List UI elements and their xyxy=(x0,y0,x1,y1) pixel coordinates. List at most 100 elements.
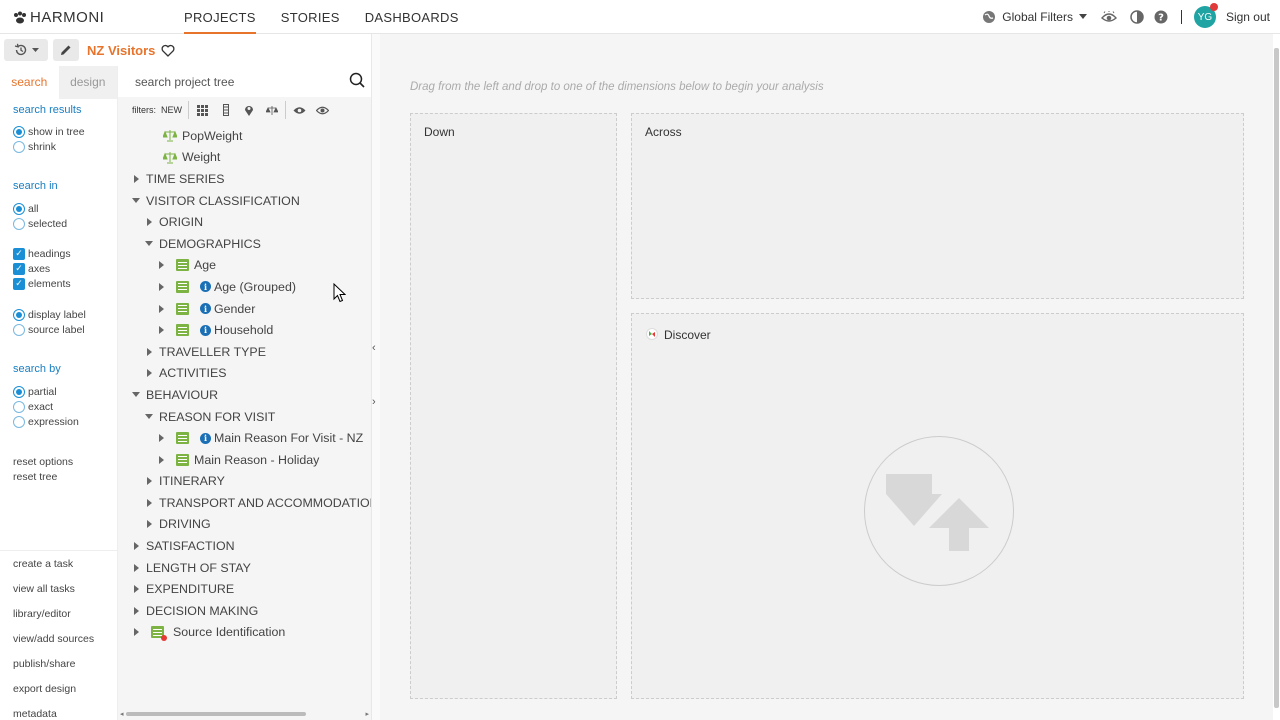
display-label-option[interactable]: display label xyxy=(13,307,86,322)
filter-visible-button[interactable] xyxy=(288,100,311,120)
history-button[interactable] xyxy=(4,39,48,61)
expression-option[interactable]: expression xyxy=(13,414,79,429)
info-icon[interactable]: i xyxy=(200,324,211,336)
filter-grid-button[interactable] xyxy=(191,100,214,120)
info-icon[interactable]: i xyxy=(200,281,211,293)
nav-projects[interactable]: PROJECTS xyxy=(184,0,256,34)
tree-row-origin[interactable]: ORIGIN xyxy=(118,211,371,233)
tree-row-reason-for-visit[interactable]: REASON FOR VISIT xyxy=(118,406,371,428)
tree-row-itinerary[interactable]: ITINERARY xyxy=(118,471,371,493)
discover-dropzone[interactable]: Discover xyxy=(631,313,1244,699)
nav-dashboards[interactable]: DASHBOARDS xyxy=(365,0,459,34)
caret-right-icon[interactable] xyxy=(159,282,164,291)
heart-icon[interactable] xyxy=(161,44,175,57)
axes-checkbox[interactable]: ✓ axes xyxy=(13,261,71,276)
source-label-option[interactable]: source label xyxy=(13,322,86,337)
tree-row-weight[interactable]: Weight xyxy=(118,147,371,169)
caret-right-icon[interactable] xyxy=(134,563,139,572)
global-filters-dropdown[interactable]: Global Filters xyxy=(982,10,1087,24)
search-in-all-option[interactable]: all xyxy=(13,201,67,216)
tree-row-traveller-type[interactable]: TRAVELLER TYPE xyxy=(118,341,371,363)
search-icon[interactable] xyxy=(349,72,365,88)
filter-balance-button[interactable] xyxy=(260,100,283,120)
caret-right-icon[interactable] xyxy=(134,606,139,615)
caret-right-icon[interactable] xyxy=(134,585,139,594)
caret-down-icon[interactable] xyxy=(145,241,153,247)
app-logo[interactable]: HARMONI xyxy=(13,9,104,26)
info-icon[interactable]: i xyxy=(200,303,211,315)
edit-button[interactable] xyxy=(53,39,79,61)
caret-right-icon[interactable] xyxy=(159,434,164,443)
tree-row-popweight[interactable]: PopWeight xyxy=(118,125,371,147)
tab-search[interactable]: search xyxy=(0,66,59,99)
expand-right-icon[interactable]: › xyxy=(372,396,376,408)
filter-column-button[interactable] xyxy=(214,100,237,120)
tree-row-source-identification[interactable]: Source Identification xyxy=(118,622,371,644)
scroll-left-icon[interactable]: ◂ xyxy=(120,710,124,718)
headings-checkbox[interactable]: ✓ headings xyxy=(13,246,71,261)
caret-right-icon[interactable] xyxy=(159,326,164,335)
shrink-option[interactable]: shrink xyxy=(13,139,85,154)
publish-share-link[interactable]: publish/share xyxy=(13,651,118,676)
caret-right-icon[interactable] xyxy=(134,542,139,551)
reset-tree-link[interactable]: reset tree xyxy=(13,469,73,484)
tree-row-driving[interactable]: DRIVING xyxy=(118,514,371,536)
panel-divider[interactable]: ‹ › xyxy=(371,34,380,720)
create-task-link[interactable]: create a task xyxy=(13,551,118,576)
across-dropzone[interactable]: Across xyxy=(631,113,1244,299)
caret-down-icon[interactable] xyxy=(132,198,140,204)
caret-right-icon[interactable] xyxy=(159,304,164,313)
avatar[interactable]: YG xyxy=(1193,3,1218,28)
caret-down-icon[interactable] xyxy=(145,414,153,420)
tab-design[interactable]: design xyxy=(58,66,117,99)
caret-right-icon[interactable] xyxy=(159,261,164,270)
library-editor-link[interactable]: library/editor xyxy=(13,601,118,626)
filter-new-button[interactable]: NEW xyxy=(161,105,182,115)
collapse-left-icon[interactable]: ‹ xyxy=(372,342,376,354)
down-dropzone[interactable]: Down xyxy=(410,113,617,699)
metadata-link[interactable]: metadata xyxy=(13,701,118,720)
nav-stories[interactable]: STORIES xyxy=(281,0,340,34)
tree-row-visitor-classification[interactable]: VISITOR CLASSIFICATION xyxy=(118,190,371,212)
tree-row-decision-making[interactable]: DECISION MAKING xyxy=(118,600,371,622)
caret-right-icon[interactable] xyxy=(159,455,164,464)
scroll-right-icon[interactable]: ▸ xyxy=(365,710,369,718)
filter-hidden-button[interactable] xyxy=(311,100,334,120)
tree-row-main-reason-holiday[interactable]: Main Reason - Holiday xyxy=(118,449,371,471)
tree-row-household[interactable]: i Household xyxy=(118,319,371,341)
caret-down-icon[interactable] xyxy=(132,392,140,398)
caret-right-icon[interactable] xyxy=(147,498,152,507)
caret-right-icon[interactable] xyxy=(147,369,152,378)
caret-right-icon[interactable] xyxy=(147,218,152,227)
tree-row-satisfaction[interactable]: SATISFACTION xyxy=(118,535,371,557)
tree-row-demographics[interactable]: DEMOGRAPHICS xyxy=(118,233,371,255)
vertical-scrollbar[interactable] xyxy=(1273,34,1280,720)
info-icon[interactable]: i xyxy=(200,432,211,444)
show-in-tree-option[interactable]: show in tree xyxy=(13,124,85,139)
tree-row-time-series[interactable]: TIME SERIES xyxy=(118,168,371,190)
scrollbar-thumb[interactable] xyxy=(1274,48,1279,708)
elements-checkbox[interactable]: ✓ elements xyxy=(13,276,71,291)
eye-tracking-button[interactable] xyxy=(1097,5,1121,29)
tree-row-activities[interactable]: ACTIVITIES xyxy=(118,363,371,385)
view-add-sources-link[interactable]: view/add sources xyxy=(13,626,118,651)
tree-row-expenditure[interactable]: EXPENDITURE xyxy=(118,578,371,600)
tree-search-input[interactable] xyxy=(135,72,335,92)
search-in-selected-option[interactable]: selected xyxy=(13,216,67,231)
exact-option[interactable]: exact xyxy=(13,399,79,414)
caret-right-icon[interactable] xyxy=(134,174,139,183)
horizontal-scrollbar[interactable] xyxy=(126,712,306,716)
caret-right-icon[interactable] xyxy=(147,477,152,486)
tree-row-length-of-stay[interactable]: LENGTH OF STAY xyxy=(118,557,371,579)
contrast-button[interactable] xyxy=(1125,5,1149,29)
caret-right-icon[interactable] xyxy=(134,628,139,637)
tree-row-age[interactable]: Age xyxy=(118,255,371,277)
partial-option[interactable]: partial xyxy=(13,384,79,399)
filter-location-button[interactable] xyxy=(237,100,260,120)
tree-row-behaviour[interactable]: BEHAVIOUR xyxy=(118,384,371,406)
tree-row-transport-and-accommodation[interactable]: TRANSPORT AND ACCOMMODATION xyxy=(118,492,379,514)
tree-row-main-reason-for-visit-nz[interactable]: i Main Reason For Visit - NZ xyxy=(118,427,371,449)
caret-right-icon[interactable] xyxy=(147,347,152,356)
project-name[interactable]: NZ Visitors xyxy=(87,43,155,58)
caret-right-icon[interactable] xyxy=(147,520,152,529)
